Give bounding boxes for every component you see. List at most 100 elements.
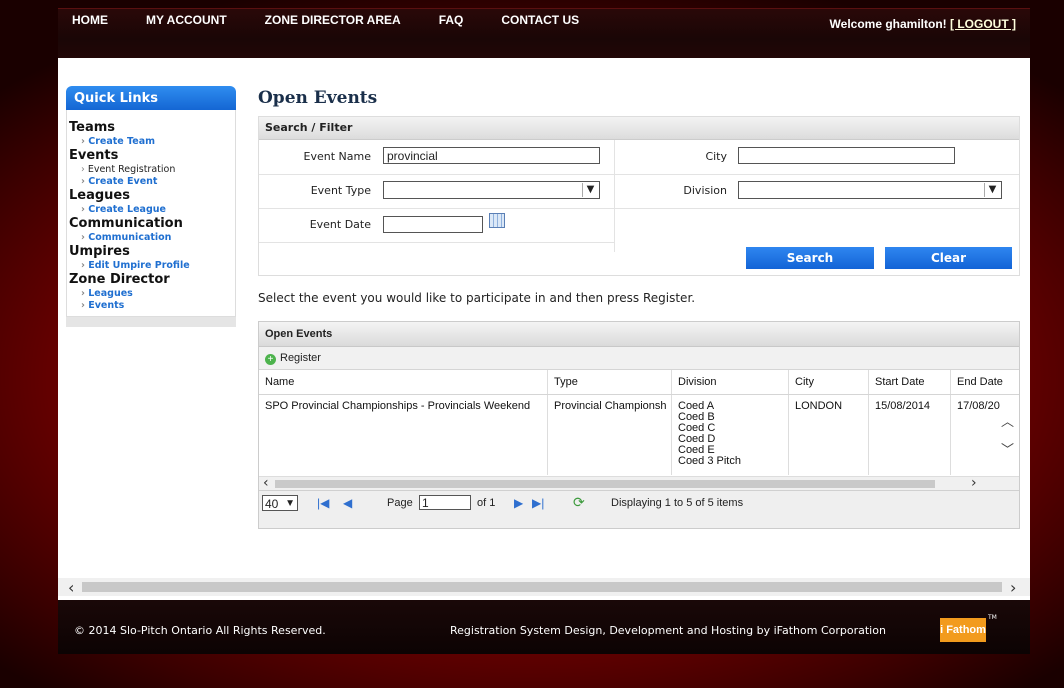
cell-end-date: 17/08/20 — [957, 400, 1000, 412]
division-item: Coed 3 Pitch — [678, 455, 741, 467]
last-page-icon[interactable]: ▶| — [532, 496, 544, 510]
search-filter-panel: Search / Filter Event Name provincial Ci… — [258, 116, 1020, 276]
scrollbar-thumb[interactable] — [275, 480, 935, 488]
scroll-right-icon[interactable]: › — [971, 475, 977, 491]
scroll-left-icon[interactable]: ‹ — [263, 475, 269, 491]
ql-link-create-team[interactable]: Create Team — [67, 136, 235, 148]
instruction-text: Select the event you would like to parti… — [258, 291, 696, 305]
ql-teams: Teams Create Team — [67, 120, 235, 148]
open-events-grid: Open Events + Register Name Type Division… — [258, 321, 1020, 529]
filter-divider — [614, 140, 615, 252]
first-page-icon[interactable]: |◀ — [317, 496, 329, 510]
ql-umpires: Umpires Edit Umpire Profile — [67, 244, 235, 272]
quick-links-body: Teams Create Team Events Event Registrat… — [66, 110, 236, 317]
chevron-down-icon: ▼ — [984, 183, 1000, 197]
ql-leagues: Leagues Create League — [67, 188, 235, 216]
ql-link-events[interactable]: Events — [67, 300, 235, 312]
calendar-icon[interactable] — [489, 213, 505, 228]
ql-heading-events: Events — [69, 148, 119, 163]
main-nav: HOME MY ACCOUNT ZONE DIRECTOR AREA FAQ C… — [58, 13, 603, 27]
prev-page-icon[interactable]: ◀ — [343, 496, 352, 510]
col-header-start-date[interactable]: Start Date — [869, 370, 951, 394]
event-type-select[interactable]: ▼ — [383, 181, 600, 199]
ql-link-event-registration[interactable]: Event Registration — [67, 164, 235, 176]
filter-title: Search / Filter — [259, 117, 1019, 140]
ql-link-communication[interactable]: Communication — [67, 232, 235, 244]
city-label: City — [705, 150, 727, 163]
refresh-icon[interactable]: ⟳ — [573, 494, 585, 511]
scroll-left-icon[interactable]: ‹ — [68, 578, 74, 597]
page-size-select[interactable]: 40 ▼ — [262, 495, 298, 511]
col-header-name[interactable]: Name — [259, 370, 548, 394]
col-header-end-date[interactable]: End Date — [951, 370, 1019, 394]
col-header-city[interactable]: City — [789, 370, 869, 394]
filter-row-3: Event Date — [259, 208, 614, 243]
display-info: Displaying 1 to 5 of 5 items — [611, 497, 744, 509]
ql-heading-umpires: Umpires — [69, 244, 130, 259]
ql-link-edit-umpire-profile[interactable]: Edit Umpire Profile — [67, 260, 235, 272]
ql-heading-teams: Teams — [69, 120, 116, 135]
footer: © 2014 Slo-Pitch Ontario All Rights Rese… — [58, 600, 1030, 654]
table-row[interactable]: SPO Provincial Championships - Provincia… — [259, 395, 1019, 475]
next-page-icon[interactable]: ▶ — [514, 496, 523, 510]
col-header-type[interactable]: Type — [548, 370, 672, 394]
nav-zone-director-area[interactable]: ZONE DIRECTOR AREA — [251, 13, 401, 27]
page-label: Page — [387, 497, 413, 509]
of-pages-label: of 1 — [477, 497, 496, 509]
event-name-input[interactable]: provincial — [383, 147, 600, 164]
quick-links-sidebar: Quick Links Teams Create Team Events Eve… — [66, 86, 236, 327]
scroll-right-icon[interactable]: › — [1010, 578, 1016, 597]
nav-contact-us[interactable]: CONTACT US — [487, 13, 579, 27]
search-button[interactable]: Search — [746, 247, 874, 269]
grid-header-row: Name Type Division City Start Date End D… — [259, 370, 1019, 395]
add-icon: + — [265, 354, 276, 365]
cell-name: SPO Provincial Championships - Provincia… — [259, 395, 548, 475]
quick-links-footer-strip — [66, 317, 236, 327]
copyright-text: © 2014 Slo-Pitch Ontario All Rights Rese… — [74, 624, 326, 637]
grid-title: Open Events — [259, 322, 1019, 347]
nav-my-account[interactable]: MY ACCOUNT — [132, 13, 227, 27]
city-input[interactable] — [738, 147, 955, 164]
cell-division: Coed A Coed B Coed C Coed D Coed E Coed … — [672, 395, 789, 475]
grid-toolbar: + Register — [259, 347, 1019, 370]
top-nav-bar: HOME MY ACCOUNT ZONE DIRECTOR AREA FAQ C… — [58, 8, 1030, 59]
nav-home[interactable]: HOME — [58, 13, 108, 27]
page-scrollbar-thumb[interactable] — [82, 582, 1002, 592]
logout-link[interactable]: [ LOGOUT ] — [950, 17, 1016, 31]
grid-pager: 40 ▼ |◀ ◀ Page 1 of 1 ▶ ▶| ⟳ Displaying 1… — [259, 490, 1019, 528]
division-label: Division — [683, 184, 727, 197]
content-panel: Quick Links Teams Create Team Events Eve… — [58, 58, 1030, 600]
nav-faq[interactable]: FAQ — [425, 13, 464, 27]
chevron-down-icon: ▼ — [285, 498, 295, 509]
filter-row-1: Event Name provincial City — [259, 140, 1019, 175]
page-title: Open Events — [258, 88, 378, 108]
ql-link-create-league[interactable]: Create League — [67, 204, 235, 216]
page-size-value: 40 — [265, 497, 279, 511]
welcome-text: Welcome ghamilton! — [829, 17, 947, 31]
clear-button[interactable]: Clear — [885, 247, 1012, 269]
ql-link-create-event[interactable]: Create Event — [67, 176, 235, 188]
division-select[interactable]: ▼ — [738, 181, 1002, 199]
page-number-input[interactable]: 1 — [419, 495, 471, 510]
scroll-down-icon[interactable]: ﹀ — [1001, 439, 1014, 458]
ql-zone-director: Zone Director Leagues Events — [67, 272, 235, 312]
event-date-label: Event Date — [309, 218, 371, 231]
welcome-message: Welcome ghamilton! [ LOGOUT ] — [830, 17, 1016, 31]
cell-city: LONDON — [789, 395, 869, 475]
page-horizontal-scrollbar[interactable]: ‹ › — [58, 578, 1030, 597]
event-name-label: Event Name — [303, 150, 371, 163]
register-button[interactable]: + Register — [265, 352, 321, 365]
ql-link-leagues[interactable]: Leagues — [67, 288, 235, 300]
register-label: Register — [280, 352, 321, 364]
grid-horizontal-scrollbar[interactable]: ‹ › — [259, 475, 1019, 491]
quick-links-title: Quick Links — [66, 86, 236, 110]
ifathom-logo[interactable]: i Fathom — [940, 618, 986, 642]
filter-row-2: Event Type ▼ Division ▼ — [259, 174, 1019, 209]
col-header-division[interactable]: Division — [672, 370, 789, 394]
scroll-up-icon[interactable]: ︿ — [1001, 411, 1014, 430]
cell-start-date: 15/08/2014 — [869, 395, 951, 475]
event-type-label: Event Type — [310, 184, 371, 197]
cell-type: Provincial Championsh — [548, 395, 672, 475]
event-date-input[interactable] — [383, 216, 483, 233]
main-area: Open Events Search / Filter Event Name p… — [258, 88, 1020, 529]
